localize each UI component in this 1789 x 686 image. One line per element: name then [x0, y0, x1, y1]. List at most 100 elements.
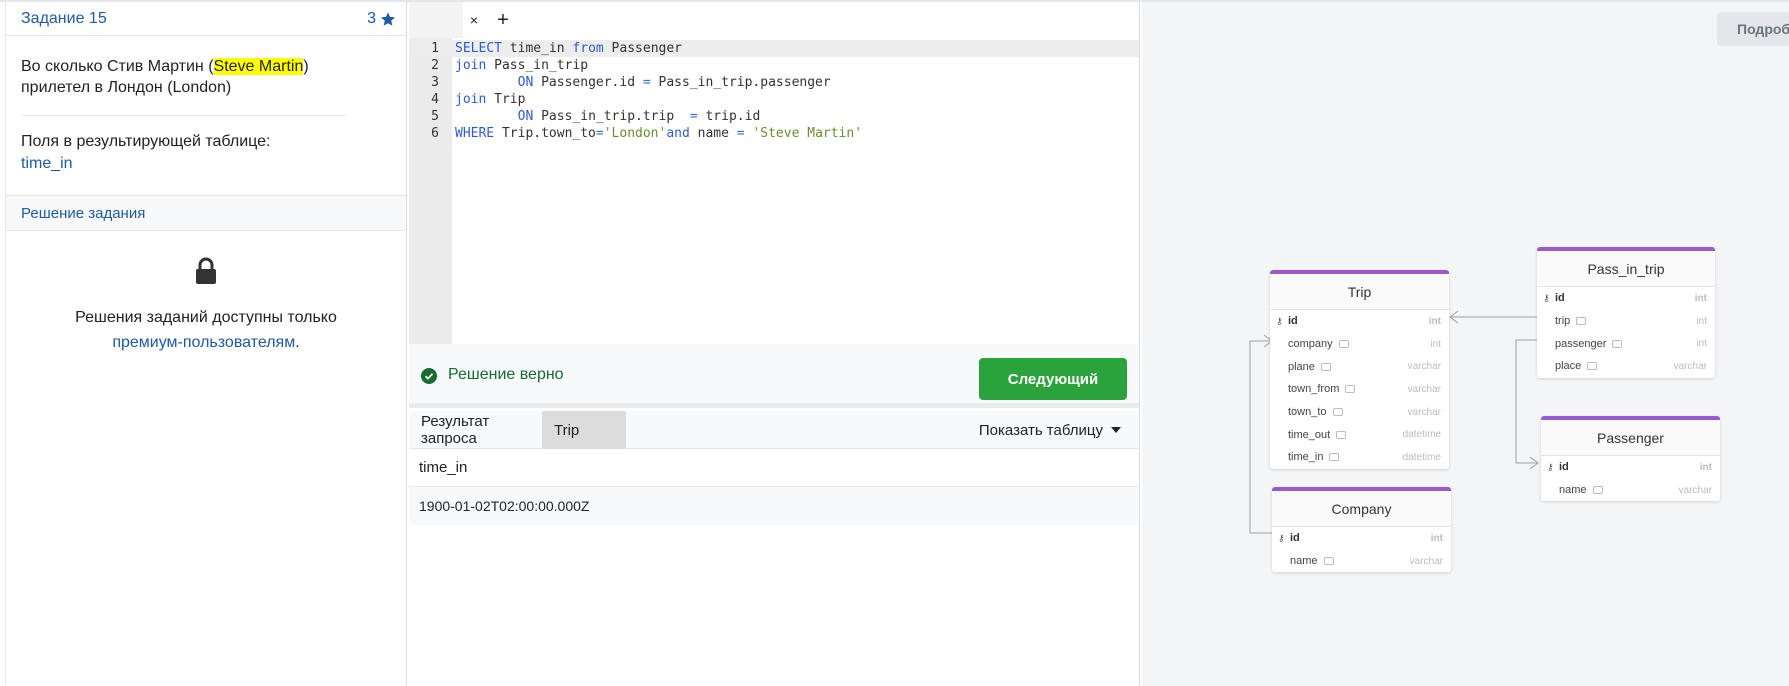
tab-query-result[interactable]: Результат запроса [409, 411, 542, 449]
comment-icon [1592, 486, 1603, 495]
table-column-row[interactable]: name varchar [1541, 479, 1720, 502]
table-passenger[interactable]: Passenger ⚷ id int name varchar [1541, 416, 1720, 502]
column-type: varchar [1407, 383, 1441, 395]
column-type: varchar [1678, 484, 1712, 496]
comment-icon [1587, 362, 1598, 371]
code-token: Passenger [603, 41, 683, 56]
code-token: name [689, 126, 737, 141]
table-column-row[interactable]: ⚷ id int [1272, 527, 1451, 550]
code-text: WHERE Trip.town_to='London'and name = 'S… [455, 125, 862, 142]
key-icon: ⚷ [1543, 292, 1550, 303]
locked-message: Решения заданий доступны только премиум-… [6, 305, 406, 355]
column-name: id [1288, 315, 1298, 328]
tab-trip[interactable]: Trip [542, 411, 626, 449]
divider [21, 115, 346, 116]
code-text: ON Passenger.id = Pass_in_trip.passenger [455, 74, 831, 91]
editor-tabs: × + [409, 2, 1139, 38]
column-name: trip [1555, 315, 1571, 328]
check-status-bar: Решение верно Следующий [409, 344, 1139, 408]
check-circle-icon [421, 368, 437, 384]
lock-icon [196, 257, 216, 284]
table-title: Trip [1270, 274, 1449, 310]
show-table-dropdown[interactable]: Показать таблицу [979, 411, 1121, 449]
code-token: = [689, 109, 698, 124]
table-column-row[interactable]: company int [1270, 333, 1449, 356]
table-column-row[interactable]: town_to varchar [1270, 401, 1449, 424]
locked-text: Решения заданий доступны только [75, 309, 337, 326]
add-tab-icon[interactable]: + [491, 2, 515, 38]
comment-icon [1336, 430, 1347, 439]
table-column-row[interactable]: passenger int [1537, 332, 1715, 355]
code-editor[interactable]: 1 SELECT time_in from Passenger 2 join Pass… [409, 38, 1139, 344]
next-button[interactable]: Следующий [979, 358, 1127, 400]
task-title[interactable]: Задание 15 [21, 10, 107, 28]
locked-period: . [295, 334, 300, 351]
code-line[interactable]: 6 WHERE Trip.town_to='London'and name = '… [409, 125, 1139, 142]
column-name: time_out [1288, 428, 1331, 441]
code-token: 'London' [603, 126, 667, 141]
code-line[interactable]: 2 join Pass_in_trip [409, 57, 1139, 74]
editor-tab[interactable] [409, 2, 463, 38]
premium-link[interactable]: премиум-пользователям [112, 334, 295, 351]
column-type: int [1699, 461, 1712, 473]
comment-icon [1612, 339, 1623, 348]
code-line[interactable]: 4 join Trip [409, 91, 1139, 108]
table-columns: ⚷ id int name varchar [1272, 527, 1451, 572]
code-text: join Pass_in_trip [455, 57, 588, 74]
column-name: town_to [1288, 406, 1327, 419]
table-column-row[interactable]: ⚷ id int [1541, 456, 1720, 479]
table-column-row[interactable]: place varchar [1537, 355, 1715, 378]
relation-passenger-pass-in-trip [1515, 339, 1539, 464]
column-type: int [1430, 338, 1441, 350]
result-tabs: Результат запроса Trip Показать таблицу [409, 411, 1139, 449]
solution-section-header[interactable]: Решение задания [6, 195, 406, 231]
code-line[interactable]: 3 ON Passenger.id = Pass_in_trip.passeng… [409, 74, 1139, 91]
result-fields-label: Поля в результирующей таблице: [21, 133, 271, 150]
star-icon [381, 11, 395, 26]
column-type: datetime [1402, 451, 1441, 463]
table-trip[interactable]: Trip ⚷ id int company int plane varchar town_fr… [1270, 270, 1449, 469]
code-token: Passenger.id [533, 75, 643, 90]
task-rating[interactable]: 3 [367, 10, 396, 28]
line-number: 4 [431, 92, 439, 107]
line-number: 1 [431, 41, 439, 56]
column-type: datetime [1402, 429, 1441, 441]
code-text: ON Pass_in_trip.trip = trip.id [455, 108, 761, 125]
code-text: SELECT time_in from Passenger [455, 40, 682, 57]
close-tab-icon[interactable]: × [463, 2, 485, 38]
column-name: company [1288, 338, 1333, 351]
table-company[interactable]: Company ⚷ id int name varchar [1272, 487, 1451, 573]
table-pass-in-trip[interactable]: Pass_in_trip ⚷ id int trip int passenger int pl… [1537, 247, 1715, 378]
table-column-row[interactable]: plane varchar [1270, 355, 1449, 378]
table-column-row[interactable]: ⚷ id int [1270, 310, 1449, 333]
code-token: join [455, 92, 487, 107]
task-panel: Задание 15 3 Во сколько Стив Мартин (Ste… [5, 2, 407, 686]
question-highlight: Steve Martin [213, 58, 304, 75]
table-column-row[interactable]: ⚷ id int [1537, 287, 1715, 310]
code-token: Pass_in_trip [486, 58, 589, 73]
column-name: time_in [1288, 451, 1324, 464]
comment-icon [1323, 557, 1334, 566]
comment-icon [1576, 317, 1587, 326]
table-column-row[interactable]: trip int [1537, 310, 1715, 333]
column-type: varchar [1407, 406, 1441, 418]
table-column-row[interactable]: name varchar [1272, 550, 1451, 573]
column-name: place [1555, 360, 1582, 373]
code-line[interactable]: 1 SELECT time_in from Passenger [409, 40, 1139, 57]
code-line[interactable]: 5 ON Pass_in_trip.trip = trip.id [409, 108, 1139, 125]
code-token: Pass_in_trip.trip [533, 109, 690, 124]
table-column-row[interactable]: time_out datetime [1270, 423, 1449, 446]
schema-diagram[interactable]: Подроб Trip ⚷ id int company int plane varchar… [1142, 2, 1789, 686]
table-column-row[interactable]: town_from varchar [1270, 378, 1449, 401]
column-type: int [1430, 532, 1443, 544]
table-column-row[interactable]: time_in datetime [1270, 446, 1449, 469]
table-columns: ⚷ id int company int plane varchar town_from var… [1270, 310, 1449, 469]
premium-lock-notice: Решения заданий доступны только премиум-… [6, 257, 406, 355]
code-token: Trip.town_to [494, 126, 596, 141]
caret-down-icon [1111, 427, 1121, 433]
key-icon: ⚷ [1276, 315, 1283, 326]
table-title: Company [1272, 491, 1451, 527]
column-name: id [1555, 292, 1565, 305]
relation-company-trip [1249, 340, 1272, 534]
